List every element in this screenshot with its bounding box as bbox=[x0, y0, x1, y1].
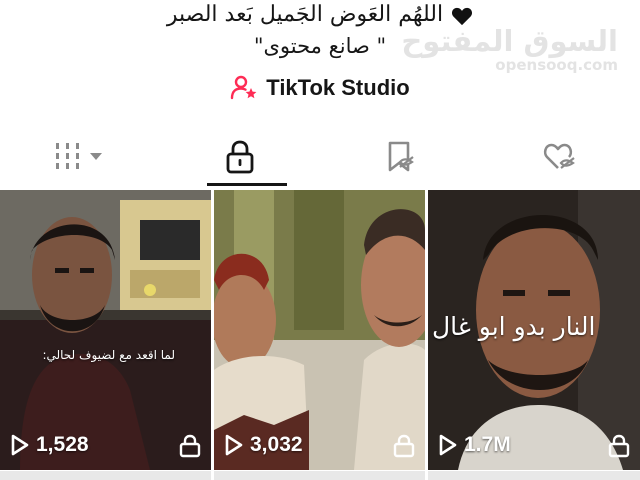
video-tile[interactable]: لما اقعد مع لضيوف لحالي: 1,528 bbox=[0, 190, 211, 470]
black-heart-icon bbox=[452, 7, 473, 26]
lock-icon bbox=[608, 434, 630, 458]
video-tile[interactable]: 3,032 bbox=[214, 190, 425, 470]
tab-private[interactable] bbox=[160, 128, 320, 186]
next-row-preview[interactable] bbox=[428, 471, 640, 480]
view-count-value: 3,032 bbox=[250, 433, 303, 456]
play-icon bbox=[11, 434, 29, 456]
tab-liked[interactable] bbox=[480, 128, 640, 186]
next-row-preview[interactable] bbox=[0, 471, 211, 480]
watermark-arabic: السوق المفتوح bbox=[401, 24, 619, 58]
tab-videos[interactable] bbox=[0, 128, 160, 186]
video-thumbnail bbox=[214, 190, 425, 470]
video-tile[interactable]: النار بدو ابو غال 1.7M bbox=[428, 190, 640, 470]
video-footer: 1,528 bbox=[0, 430, 211, 460]
lock-icon bbox=[226, 140, 254, 174]
selected-tab-indicator bbox=[207, 183, 287, 186]
view-count: 1,528 bbox=[10, 433, 89, 457]
view-count-value: 1,528 bbox=[36, 433, 89, 456]
creator-star-icon bbox=[231, 75, 257, 100]
video-caption: لما اقعد مع لضيوف لحالي: bbox=[42, 348, 175, 362]
view-count-value: 1.7M bbox=[464, 433, 511, 456]
grid-icon bbox=[56, 143, 102, 169]
bookmark-hidden-icon bbox=[388, 141, 414, 172]
tiktok-studio-link[interactable]: TikTok Studio bbox=[0, 74, 640, 102]
video-caption: النار بدو ابو غال bbox=[432, 312, 596, 341]
tiktok-studio-label: TikTok Studio bbox=[266, 75, 410, 100]
video-footer: 1.7M bbox=[428, 430, 640, 460]
video-thumbnail bbox=[0, 190, 211, 470]
profile-tabs bbox=[0, 128, 640, 186]
watermark-latin: opensooq.com bbox=[495, 56, 618, 74]
play-icon bbox=[439, 434, 457, 456]
heart-hidden-icon bbox=[543, 143, 575, 169]
video-grid: لما اقعد مع لضيوف لحالي: 1,528 3,032 الن… bbox=[0, 190, 640, 480]
play-icon bbox=[225, 434, 243, 456]
tab-favorites[interactable] bbox=[320, 128, 480, 186]
next-row-preview[interactable] bbox=[214, 471, 425, 480]
view-count: 3,032 bbox=[224, 433, 303, 457]
opensooq-watermark: السوق المفتوح opensooq.com bbox=[401, 24, 619, 74]
lock-icon bbox=[179, 434, 201, 458]
view-count: 1.7M bbox=[438, 433, 511, 457]
video-footer: 3,032 bbox=[214, 430, 425, 460]
lock-icon bbox=[393, 434, 415, 458]
